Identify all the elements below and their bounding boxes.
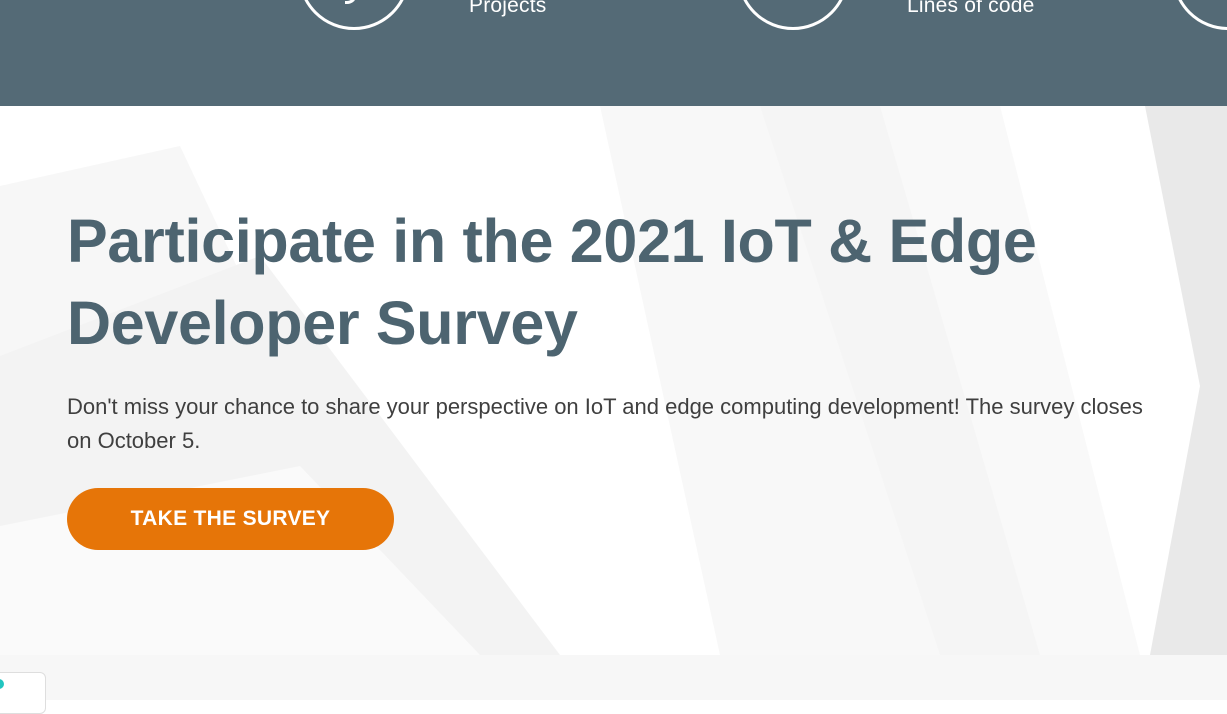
lines-of-code-stat-label: Lines of code xyxy=(907,0,1035,17)
take-survey-button[interactable]: TAKE THE SURVEY xyxy=(67,488,394,550)
lines-of-code-stat-icon xyxy=(737,0,849,30)
hero-background-graphic xyxy=(0,106,1227,655)
projects-stat-label: Projects xyxy=(469,0,547,17)
bottom-strip xyxy=(0,655,1227,714)
third-stat-icon xyxy=(1172,0,1227,30)
partial-card[interactable] xyxy=(0,672,46,714)
stats-band: Projects Lines of code xyxy=(0,0,1227,106)
hero-title: Participate in the 2021 IoT & Edge Devel… xyxy=(67,207,1037,357)
projects-stat-icon xyxy=(298,0,410,30)
survey-hero: Participate in the 2021 IoT & Edge Devel… xyxy=(0,106,1227,655)
hero-description: Don't miss your chance to share your per… xyxy=(67,394,1143,453)
